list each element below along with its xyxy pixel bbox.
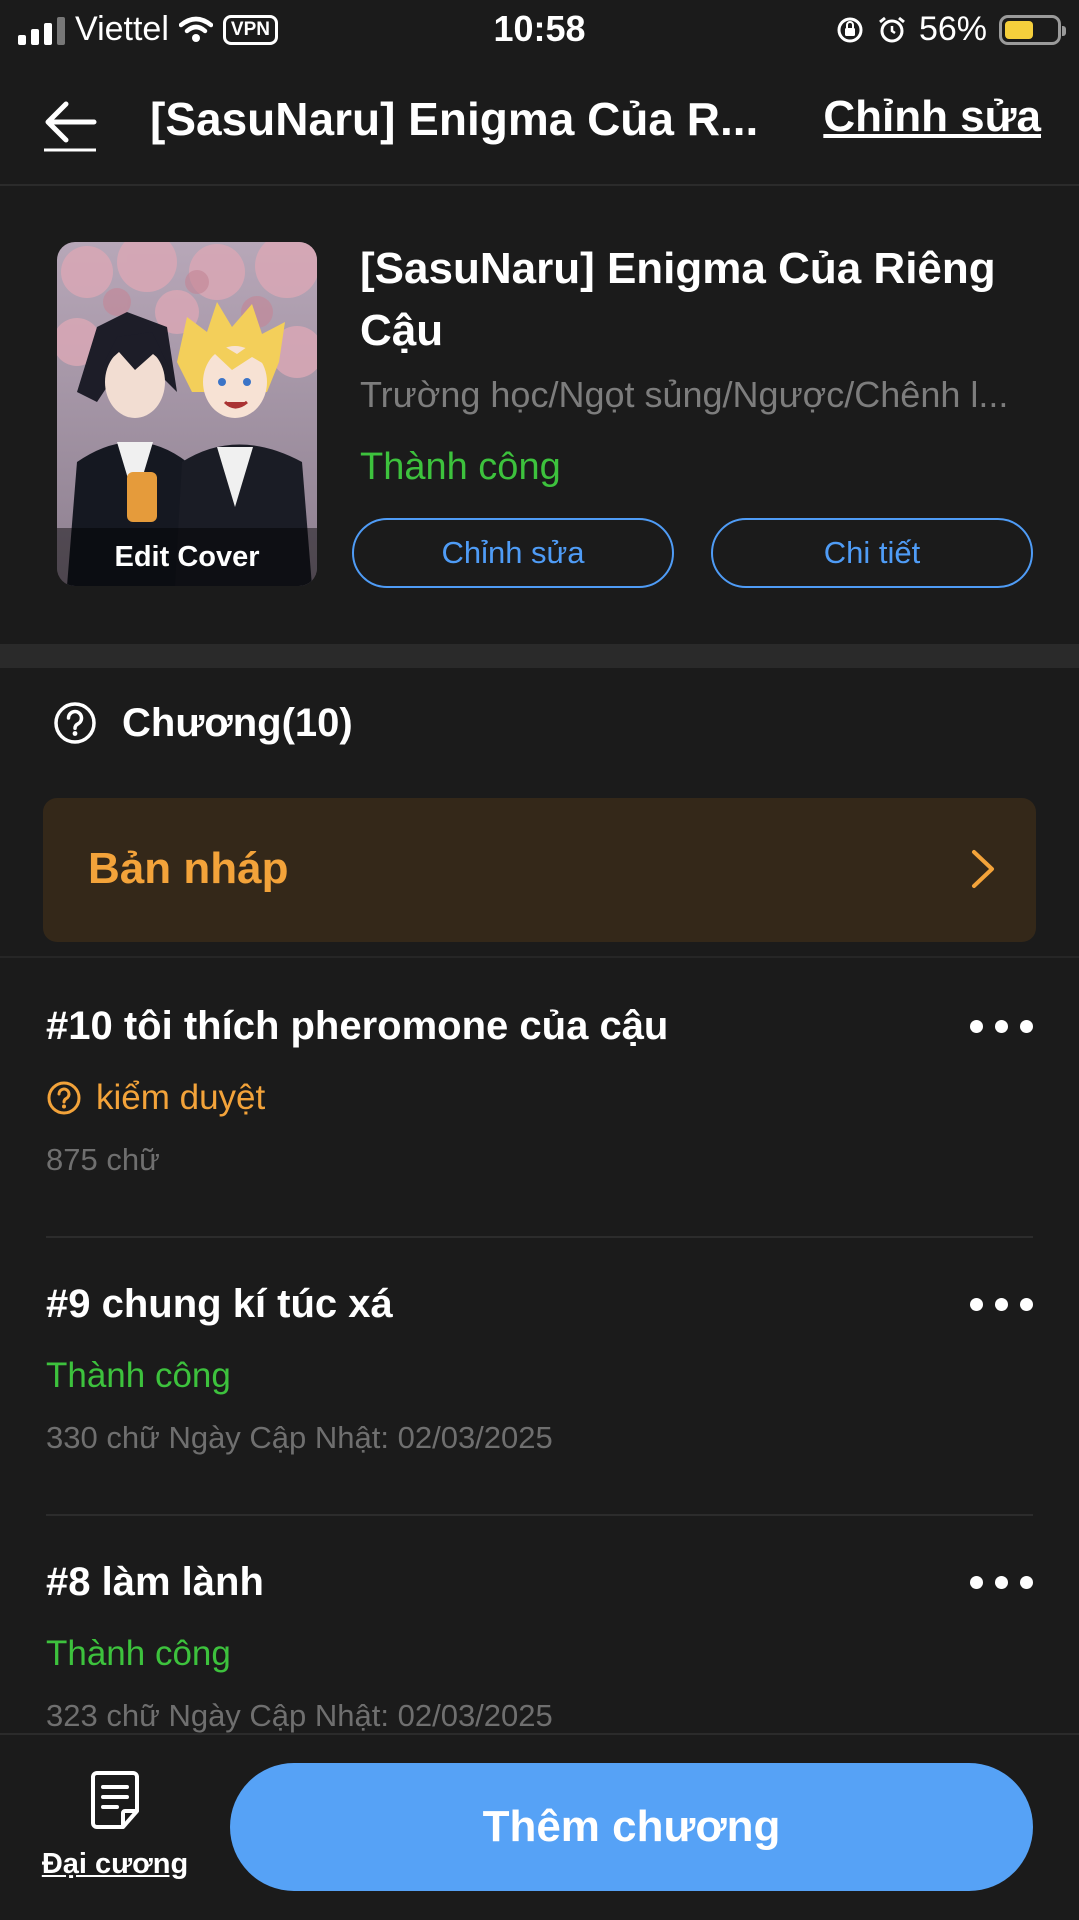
edit-book-button[interactable]: Chỉnh sửa bbox=[352, 518, 674, 588]
status-right: 56% bbox=[835, 10, 1066, 49]
help-icon[interactable] bbox=[52, 700, 98, 746]
page-title: [SasuNaru] Enigma Của R... bbox=[150, 93, 759, 145]
book-title: [SasuNaru] Enigma Của Riêng Cậu bbox=[360, 244, 996, 355]
chapter-title: #8 làm lành bbox=[46, 1560, 264, 1604]
status-bar: Viettel VPN 10:58 56% bbox=[0, 0, 1079, 62]
battery-icon bbox=[999, 14, 1066, 45]
more-dots-icon bbox=[970, 1298, 983, 1311]
book-info: Edit Cover [SasuNaru] Enigma Của Riêng C… bbox=[0, 188, 1079, 644]
more-dots-icon bbox=[970, 1576, 983, 1589]
document-icon bbox=[91, 1771, 139, 1829]
bottom-bar: Đại cương Thêm chương bbox=[0, 1733, 1079, 1920]
alarm-icon bbox=[879, 16, 905, 42]
drafts-row[interactable]: Bản nháp bbox=[43, 798, 1036, 942]
chapter-status: kiểm duyệt bbox=[46, 1078, 265, 1118]
chapter-status: Thành công bbox=[46, 1634, 231, 1673]
chapter-meta: 323 chữ Ngày Cập Nhật: 02/03/2025 bbox=[46, 1698, 553, 1733]
battery-level bbox=[1005, 20, 1033, 39]
orientation-lock-icon bbox=[837, 17, 863, 42]
more-options-button[interactable] bbox=[966, 1572, 1037, 1593]
help-icon bbox=[47, 1081, 81, 1115]
chapters-title: Chương(10) bbox=[122, 700, 353, 745]
nav-bar: [SasuNaru] Enigma Của R... Chỉnh sửa bbox=[0, 62, 1079, 186]
drafts-label: Bản nháp bbox=[88, 844, 289, 893]
book-cover[interactable]: Edit Cover bbox=[57, 242, 317, 586]
outline-label: Đại cương bbox=[41, 1848, 189, 1880]
chapter-title: #9 chung kí túc xá bbox=[46, 1282, 393, 1326]
section-divider bbox=[0, 644, 1079, 668]
chapter-meta: 330 chữ Ngày Cập Nhật: 02/03/2025 bbox=[46, 1420, 553, 1455]
chapter-status: Thành công bbox=[46, 1356, 231, 1395]
chapters-header: Chương(10) bbox=[52, 700, 353, 746]
arrow-left-icon bbox=[44, 101, 97, 152]
edit-link[interactable]: Chỉnh sửa bbox=[823, 92, 1041, 142]
back-button[interactable] bbox=[38, 92, 102, 156]
more-options-button[interactable] bbox=[966, 1294, 1037, 1315]
detail-button[interactable]: Chi tiết bbox=[711, 518, 1033, 588]
chapter-item[interactable]: #10 tôi thích pheromone của cậu kiểm duy… bbox=[0, 958, 1079, 1238]
chapter-status-label: kiểm duyệt bbox=[96, 1078, 266, 1117]
outline-button[interactable]: Đại cương bbox=[40, 1771, 190, 1881]
chevron-right-icon bbox=[972, 850, 994, 888]
edit-cover-label: Edit Cover bbox=[57, 528, 317, 586]
chapter-title: #10 tôi thích pheromone của cậu bbox=[46, 1004, 669, 1048]
book-status: Thành công bbox=[360, 446, 561, 488]
chapter-item[interactable]: #9 chung kí túc xá Thành công 330 chữ Ng… bbox=[0, 1236, 1079, 1516]
more-options-button[interactable] bbox=[966, 1016, 1037, 1037]
more-dots-icon bbox=[970, 1020, 983, 1033]
book-genres: Trường học/Ngọt sủng/Ngược/Chênh l... bbox=[360, 374, 1009, 415]
add-chapter-button[interactable]: Thêm chương bbox=[230, 1763, 1033, 1891]
chapter-meta: 875 chữ bbox=[46, 1142, 160, 1177]
battery-percent: 56% bbox=[918, 10, 987, 48]
